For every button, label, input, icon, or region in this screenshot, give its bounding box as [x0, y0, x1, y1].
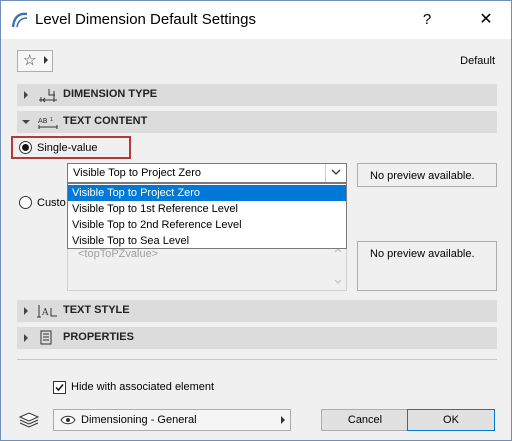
expand-arrow-icon — [24, 334, 28, 342]
text-style-icon: A — [37, 305, 57, 318]
panel-dimension-type[interactable]: DIMENSION TYPE — [17, 84, 497, 106]
app-icon — [11, 12, 28, 28]
scrollbar — [330, 242, 346, 290]
panel-label-text-content: TEXT CONTENT — [63, 115, 148, 127]
panel-label-text-style: TEXT STYLE — [63, 304, 130, 316]
value-type-select[interactable]: Visible Top to Project Zero — [67, 163, 347, 183]
collapse-arrow-icon — [22, 120, 30, 124]
default-label: Default — [460, 55, 495, 67]
dimension-type-icon — [39, 89, 57, 103]
hide-checkbox[interactable] — [53, 381, 66, 394]
preview-box-custom: No preview available. — [357, 241, 497, 291]
preview-text: No preview available. — [370, 248, 475, 260]
favorites-button[interactable]: ☆ — [17, 50, 53, 72]
panel-label-dimension-type: DIMENSION TYPE — [63, 88, 158, 100]
hide-checkbox-label: Hide with associated element — [71, 381, 215, 393]
title-bar: Level Dimension Default Settings ? ✕ — [1, 1, 511, 39]
panel-text-content[interactable]: AB 1 TEXT CONTENT — [17, 111, 497, 133]
svg-text:AB: AB — [38, 117, 48, 125]
dropdown-option[interactable]: Visible Top to Sea Level — [68, 233, 346, 249]
preview-box-single: No preview available. — [357, 163, 497, 187]
star-icon: ☆ — [23, 52, 37, 69]
dropdown-option[interactable]: Visible Top to Project Zero — [68, 185, 346, 201]
close-button[interactable]: ✕ — [471, 7, 501, 33]
dropdown-option[interactable]: Visible Top to 2nd Reference Level — [68, 217, 346, 233]
preview-text: No preview available. — [370, 170, 475, 182]
expand-arrow-icon — [24, 307, 28, 315]
layer-value: Dimensioning - General — [81, 414, 197, 426]
help-button[interactable]: ? — [415, 7, 439, 33]
select-value: Visible Top to Project Zero — [73, 167, 201, 179]
panel-label-properties: PROPERTIES — [63, 331, 134, 343]
properties-icon — [40, 330, 52, 345]
custom-label: Custo — [37, 197, 66, 209]
dropdown-button[interactable] — [325, 164, 346, 182]
layer-icon — [18, 412, 40, 428]
panel-properties[interactable]: PROPERTIES — [17, 327, 497, 349]
separator — [17, 359, 497, 360]
svg-text:A: A — [41, 308, 49, 318]
panel-text-style[interactable]: A TEXT STYLE — [17, 300, 497, 322]
single-value-label: Single-value — [37, 142, 98, 154]
dropdown-option[interactable]: Visible Top to 1st Reference Level — [68, 201, 346, 217]
window-title: Level Dimension Default Settings — [35, 11, 256, 28]
chevron-down-icon — [331, 169, 341, 175]
dialog-window: Level Dimension Default Settings ? ✕ ☆ D… — [0, 0, 512, 441]
expand-arrow-icon — [24, 91, 28, 99]
layer-select[interactable]: Dimensioning - General — [53, 409, 291, 431]
text-content-icon: AB 1 — [38, 117, 58, 129]
svg-text:1: 1 — [50, 117, 53, 123]
checkmark-icon — [55, 384, 64, 392]
dropdown-list[interactable]: Visible Top to Project Zero Visible Top … — [67, 183, 347, 249]
radio-custom[interactable] — [19, 196, 32, 209]
radio-single-value[interactable] — [19, 141, 32, 154]
arrow-right-icon — [281, 416, 285, 424]
eye-icon — [60, 415, 76, 425]
custom-text: <topToPZvalue> — [78, 248, 159, 260]
cancel-button[interactable]: Cancel — [321, 409, 409, 431]
ok-button[interactable]: OK — [407, 409, 495, 431]
arrow-right-icon — [44, 56, 48, 64]
